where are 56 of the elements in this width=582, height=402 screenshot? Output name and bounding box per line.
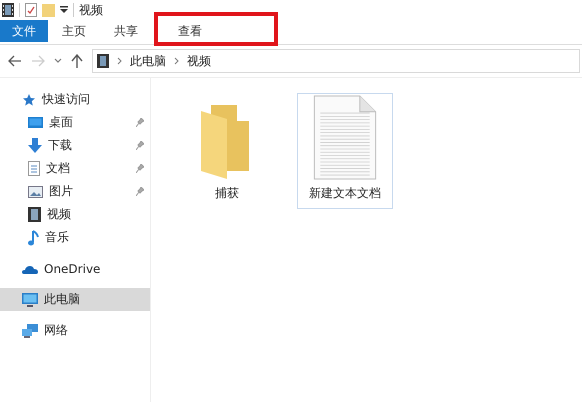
picture-icon	[28, 186, 43, 198]
sidebar-label: 下载	[48, 137, 72, 154]
pin-icon[interactable]	[136, 118, 144, 127]
back-arrow-icon[interactable]	[8, 55, 22, 67]
breadcrumb[interactable]: 此电脑	[130, 52, 166, 70]
chevron-down-icon[interactable]	[54, 58, 62, 64]
star-icon	[22, 92, 36, 106]
desktop-icon	[28, 116, 43, 128]
sidebar-label: 快速访问	[42, 91, 90, 108]
chevron-right-icon[interactable]	[174, 57, 179, 65]
pin-icon[interactable]	[136, 164, 144, 173]
sidebar-item[interactable]: 音乐	[0, 226, 150, 249]
video-film-icon	[97, 54, 109, 68]
text-document-icon	[312, 94, 378, 181]
sidebar-item[interactable]: 下载	[0, 134, 150, 157]
sidebar-label: 桌面	[49, 114, 73, 131]
sidebar-item[interactable]: 图片	[0, 180, 150, 203]
sidebar-item[interactable]: 快速访问	[0, 88, 150, 111]
sidebar-label: 视频	[47, 206, 71, 223]
video-film-icon	[28, 207, 41, 222]
download-arrow-icon	[28, 138, 42, 153]
video-film-icon	[2, 3, 14, 17]
ribbon-tab[interactable]: 主页	[48, 20, 100, 42]
sidebar-label: 音乐	[45, 229, 69, 246]
sidebar-item[interactable]: OneDrive	[0, 257, 150, 280]
sidebar-label: 文档	[46, 160, 70, 177]
network-icon	[22, 324, 38, 338]
computer-monitor-icon	[22, 292, 38, 306]
ribbon-tab[interactable]: 文件	[0, 20, 48, 42]
sidebar-label: 图片	[49, 183, 73, 200]
document-icon	[28, 161, 40, 176]
address-field[interactable]: 此电脑 视频	[92, 49, 580, 73]
file-item[interactable]: 新建文本文档	[297, 93, 393, 209]
file-name: 新建文本文档	[309, 185, 381, 202]
sidebar-label: OneDrive	[44, 262, 100, 276]
breadcrumb[interactable]: 视频	[187, 52, 211, 70]
sidebar-item[interactable]: 文档	[0, 157, 150, 180]
dropdown-arrow-icon[interactable]	[60, 6, 68, 14]
properties-check-icon[interactable]	[25, 3, 37, 17]
sidebar-item[interactable]: 桌面	[0, 111, 150, 134]
pin-icon[interactable]	[136, 187, 144, 196]
chevron-right-icon[interactable]	[117, 57, 122, 65]
sidebar-item[interactable]: 视频	[0, 203, 150, 226]
pin-icon[interactable]	[136, 141, 144, 150]
music-note-icon	[28, 230, 39, 246]
sidebar-item[interactable]: 此电脑	[0, 288, 150, 311]
sidebar-label: 网络	[44, 322, 68, 339]
sidebar-label: 此电脑	[44, 291, 80, 308]
file-item[interactable]: 捕获	[179, 93, 275, 209]
ribbon-tab[interactable]: 共享	[100, 20, 152, 42]
cloud-icon	[22, 264, 38, 274]
sidebar-item[interactable]: 网络	[0, 319, 150, 342]
file-name: 捕获	[215, 185, 239, 202]
window-title: 视频	[79, 2, 103, 18]
up-arrow-icon[interactable]	[71, 54, 83, 68]
ribbon-tab[interactable]: 查看	[154, 12, 278, 46]
